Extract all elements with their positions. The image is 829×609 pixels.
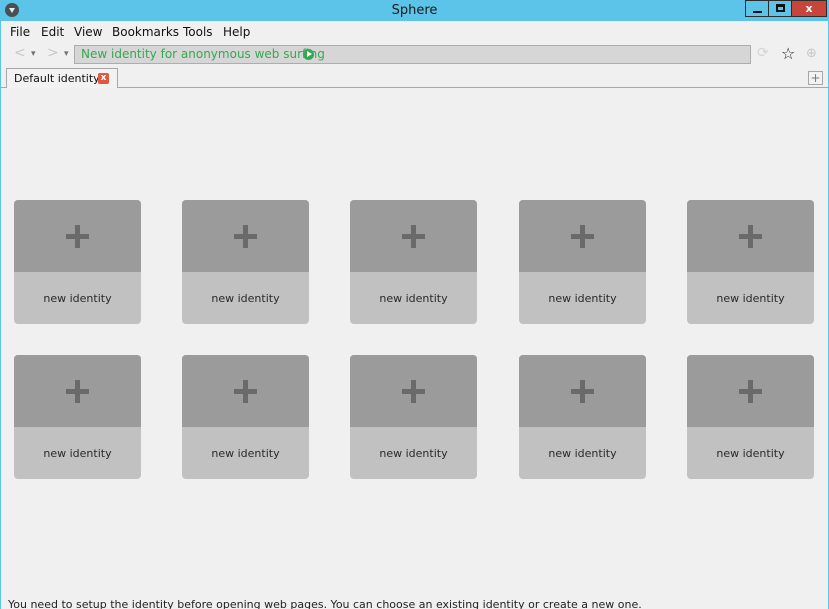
identity-card-thumbnail: [350, 355, 477, 427]
identity-card-thumbnail: [14, 355, 141, 427]
browser-window: Sphere x File Edit View Bookmarks Tools …: [0, 0, 829, 609]
address-bar[interactable]: New identity for anonymous web surfing: [74, 45, 751, 64]
identity-card[interactable]: new identity: [14, 200, 141, 324]
identity-card-label: new identity: [548, 292, 617, 305]
tab-default-identity[interactable]: Default identity x: [6, 68, 118, 89]
menu-file[interactable]: File: [10, 25, 30, 39]
tab-label: Default identity: [14, 72, 100, 85]
minimize-button[interactable]: [745, 0, 769, 17]
client-area: File Edit View Bookmarks Tools Help < ▾ …: [1, 21, 828, 609]
menu-view[interactable]: View: [74, 25, 102, 39]
menu-tools[interactable]: Tools: [183, 25, 213, 39]
navigation-toolbar: < ▾ > ▾ New identity for anonymous web s…: [1, 42, 828, 67]
identity-card-thumbnail: [14, 200, 141, 272]
identity-card-label: new identity: [716, 447, 785, 460]
identity-card-thumbnail: [519, 200, 646, 272]
back-history-icon[interactable]: ▾: [31, 49, 36, 59]
identity-card-label: new identity: [379, 292, 448, 305]
bookmark-star-icon[interactable]: ☆: [781, 44, 795, 63]
minimize-icon: [753, 11, 762, 13]
address-text: New identity for anonymous web surfing: [81, 47, 325, 61]
identity-card-label: new identity: [379, 447, 448, 460]
new-tab-button[interactable]: +: [808, 71, 823, 85]
identity-card-thumbnail: [182, 355, 309, 427]
identity-card-label: new identity: [211, 292, 280, 305]
menu-edit[interactable]: Edit: [41, 25, 64, 39]
identity-card[interactable]: new identity: [350, 200, 477, 324]
identity-card-label: new identity: [43, 292, 112, 305]
identity-card-thumbnail: [182, 200, 309, 272]
close-icon: x: [805, 2, 813, 15]
menu-bookmarks[interactable]: Bookmarks: [112, 25, 179, 39]
maximize-button[interactable]: [768, 0, 792, 17]
identity-card-thumbnail: [687, 200, 814, 272]
identity-card[interactable]: new identity: [687, 355, 814, 479]
identity-card[interactable]: new identity: [519, 355, 646, 479]
window-title: Sphere: [391, 3, 438, 18]
extension-icon[interactable]: ⊕: [806, 46, 817, 61]
menu-bar: File Edit View Bookmarks Tools Help: [1, 21, 828, 42]
identity-card-label: new identity: [716, 292, 785, 305]
identity-card-label: new identity: [43, 447, 112, 460]
status-message: You need to setup the identity before op…: [8, 598, 642, 609]
title-bar[interactable]: Sphere x: [0, 0, 829, 21]
identity-card[interactable]: new identity: [182, 355, 309, 479]
identity-card[interactable]: new identity: [687, 200, 814, 324]
identity-card-thumbnail: [519, 355, 646, 427]
forward-history-icon[interactable]: ▾: [64, 49, 69, 59]
identity-grid-page: new identity new identity new identity n…: [1, 88, 828, 609]
reload-icon[interactable]: ⟳: [757, 45, 769, 61]
menu-help[interactable]: Help: [223, 25, 250, 39]
tab-bar: Default identity x +: [1, 67, 828, 89]
forward-icon[interactable]: >: [47, 45, 59, 61]
close-button[interactable]: x: [791, 0, 827, 17]
identity-card-label: new identity: [211, 447, 280, 460]
go-icon[interactable]: [303, 49, 314, 60]
identity-card-thumbnail: [350, 200, 477, 272]
maximize-icon: [776, 4, 785, 12]
identity-card[interactable]: new identity: [182, 200, 309, 324]
identity-card-label: new identity: [548, 447, 617, 460]
back-icon[interactable]: <: [14, 45, 26, 61]
identity-card[interactable]: new identity: [14, 355, 141, 479]
tab-close-icon[interactable]: x: [98, 73, 109, 84]
identity-card[interactable]: new identity: [350, 355, 477, 479]
identity-card[interactable]: new identity: [519, 200, 646, 324]
identity-card-thumbnail: [687, 355, 814, 427]
